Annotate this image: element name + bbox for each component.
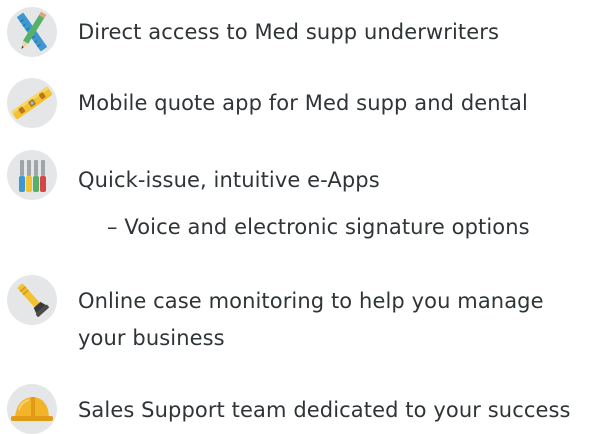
feature-subtext: – Voice and electronic signature options [107,215,530,239]
level-tool-icon [7,78,57,128]
feature-text: Direct access to Med supp underwriters [78,20,500,44]
feature-text: Online case monitoring to help you manag… [78,289,544,313]
flashlight-icon [7,275,57,325]
hard-hat-icon [7,384,57,434]
feature-text: Mobile quote app for Med supp and dental [78,91,528,115]
feature-text: your business [78,326,225,350]
feature-text: Quick-issue, intuitive e-Apps [78,168,380,192]
ruler-pencil-icon [7,7,57,57]
screwdrivers-icon [7,150,57,200]
feature-text: Sales Support team dedicated to your suc… [78,398,571,422]
